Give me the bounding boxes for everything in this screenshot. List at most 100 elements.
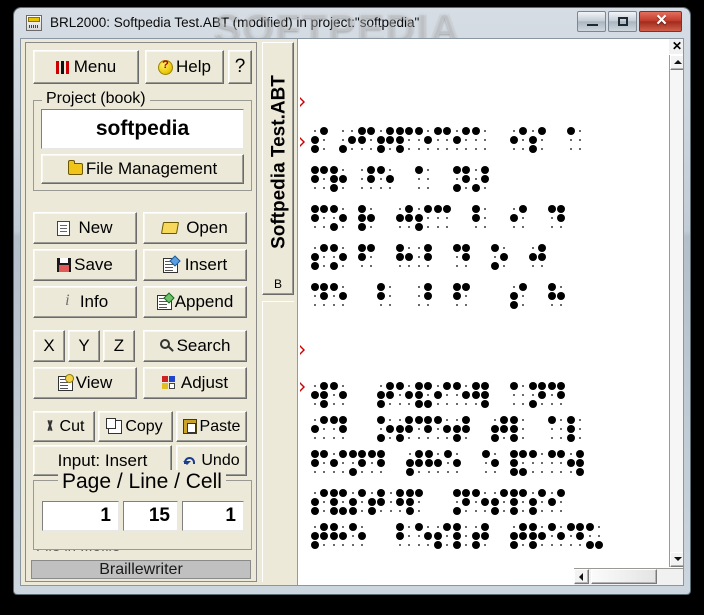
- horizontal-scrollbar[interactable]: [574, 568, 683, 585]
- braille-dot-flat: [333, 304, 335, 306]
- braille-dot-raised: [557, 382, 565, 390]
- braille-dot-raised: [491, 434, 499, 442]
- new-button[interactable]: New: [33, 212, 137, 244]
- minimize-button[interactable]: [577, 11, 606, 32]
- triangle-left-icon: [579, 573, 583, 581]
- braille-cell: [414, 382, 432, 408]
- braille-dot-flat: [551, 304, 553, 306]
- save-button-label: Save: [74, 255, 113, 274]
- copy-icon: [106, 417, 123, 434]
- braille-cell: [376, 283, 391, 307]
- braille-cell: [329, 244, 347, 270]
- append-button[interactable]: Append: [143, 286, 247, 318]
- braille-dot-raised: [510, 450, 518, 458]
- braille-dot-raised: [377, 283, 385, 291]
- adjust-button[interactable]: Adjust: [143, 367, 247, 399]
- braille-dot-flat: [447, 462, 449, 464]
- braille-dot-raised: [415, 391, 423, 399]
- open-button[interactable]: Open: [143, 212, 247, 244]
- braille-dot-flat: [437, 471, 439, 473]
- z-button[interactable]: Z: [103, 330, 135, 362]
- braille-dot-raised: [424, 244, 432, 252]
- braille-dot-raised: [377, 459, 385, 467]
- help-button[interactable]: Help: [145, 50, 224, 84]
- braille-dot-flat: [513, 226, 515, 228]
- braille-dot-raised: [367, 127, 375, 135]
- horizontal-scrollbar-thumb[interactable]: [591, 569, 657, 584]
- tab-softpedia-test-abt[interactable]: Softpedia Test.ABT B: [262, 42, 294, 295]
- scroll-down-button[interactable]: [670, 552, 683, 567]
- info-button[interactable]: Info: [33, 286, 137, 318]
- cell-field[interactable]: 1: [182, 501, 244, 531]
- title-bar[interactable]: BRL2000: Softpedia Test.ABT (modified) i…: [14, 6, 690, 50]
- braille-dot-flat: [408, 148, 410, 150]
- braille-cell: [376, 382, 394, 408]
- vertical-scrollbar[interactable]: [669, 55, 683, 567]
- braille-cell: [357, 166, 375, 190]
- braille-cell: [509, 382, 524, 406]
- braille-dot-flat: [437, 217, 439, 219]
- braille-dot-raised: [386, 175, 394, 183]
- search-button[interactable]: Search: [143, 330, 247, 362]
- braille-dot-raised: [358, 253, 366, 261]
- copy-button[interactable]: Copy: [98, 411, 173, 442]
- cut-button[interactable]: Cut: [33, 411, 95, 442]
- braille-dot-raised: [339, 391, 347, 399]
- vertical-scrollbar-track[interactable]: [670, 55, 683, 567]
- braille-dot-flat: [570, 139, 572, 141]
- tab-strip-filler: [262, 301, 294, 582]
- scroll-left-button[interactable]: [574, 569, 589, 584]
- braille-dot-raised: [510, 541, 518, 549]
- braille-dot-raised: [320, 391, 328, 399]
- braille-dot-raised: [567, 416, 575, 424]
- page-field[interactable]: 1: [42, 501, 119, 531]
- braille-dot-raised: [320, 416, 328, 424]
- save-button[interactable]: Save: [33, 249, 137, 281]
- braille-dot-flat: [465, 187, 467, 189]
- braille-cell: [471, 489, 489, 513]
- braille-dot-flat: [427, 187, 429, 189]
- braille-dot-raised: [377, 136, 385, 144]
- braille-page[interactable]: [298, 39, 670, 551]
- document-close-icon[interactable]: ✕: [669, 39, 683, 54]
- y-button[interactable]: Y: [68, 330, 100, 362]
- braille-dot-raised: [424, 205, 432, 213]
- braille-cell: [395, 244, 413, 268]
- braille-dot-flat: [361, 544, 363, 546]
- braille-dot-raised: [330, 184, 338, 192]
- view-button[interactable]: View: [33, 367, 137, 399]
- braille-dot-flat: [475, 510, 477, 512]
- braille-dot-flat: [361, 178, 363, 180]
- file-management-button[interactable]: File Management: [41, 154, 244, 184]
- braille-dot-raised: [462, 253, 470, 261]
- maximize-button[interactable]: [608, 11, 637, 32]
- braille-dot-flat: [427, 169, 429, 171]
- scroll-up-button[interactable]: [670, 55, 683, 70]
- braille-cell: [348, 450, 366, 476]
- braille-dot-flat: [522, 148, 524, 150]
- braille-dot-raised: [557, 205, 565, 213]
- braille-cell: [471, 523, 489, 549]
- braille-cell: [490, 489, 508, 515]
- app-icon: [26, 15, 42, 31]
- line-field[interactable]: 15: [123, 501, 178, 531]
- close-button[interactable]: [639, 10, 683, 32]
- braille-dot-flat: [570, 471, 572, 473]
- braille-dot-raised: [367, 166, 375, 174]
- x-button[interactable]: X: [33, 330, 65, 362]
- braille-document-area[interactable]: ✕: [297, 39, 683, 585]
- question-button[interactable]: ?: [228, 50, 252, 84]
- braille-dot-flat: [408, 403, 410, 405]
- braille-dot-raised: [339, 145, 347, 153]
- braille-cell: [547, 489, 565, 513]
- braille-cell: [566, 450, 584, 476]
- braille-cell: [585, 523, 603, 549]
- braille-dot-raised: [405, 127, 413, 135]
- braille-dot-flat: [551, 510, 553, 512]
- braille-cell: [357, 127, 375, 151]
- paste-button[interactable]: Paste: [176, 411, 247, 442]
- braille-cell: [310, 489, 328, 515]
- menu-button[interactable]: Menu: [33, 50, 139, 84]
- insert-button[interactable]: Insert: [143, 249, 247, 281]
- braille-dot-raised: [519, 205, 527, 213]
